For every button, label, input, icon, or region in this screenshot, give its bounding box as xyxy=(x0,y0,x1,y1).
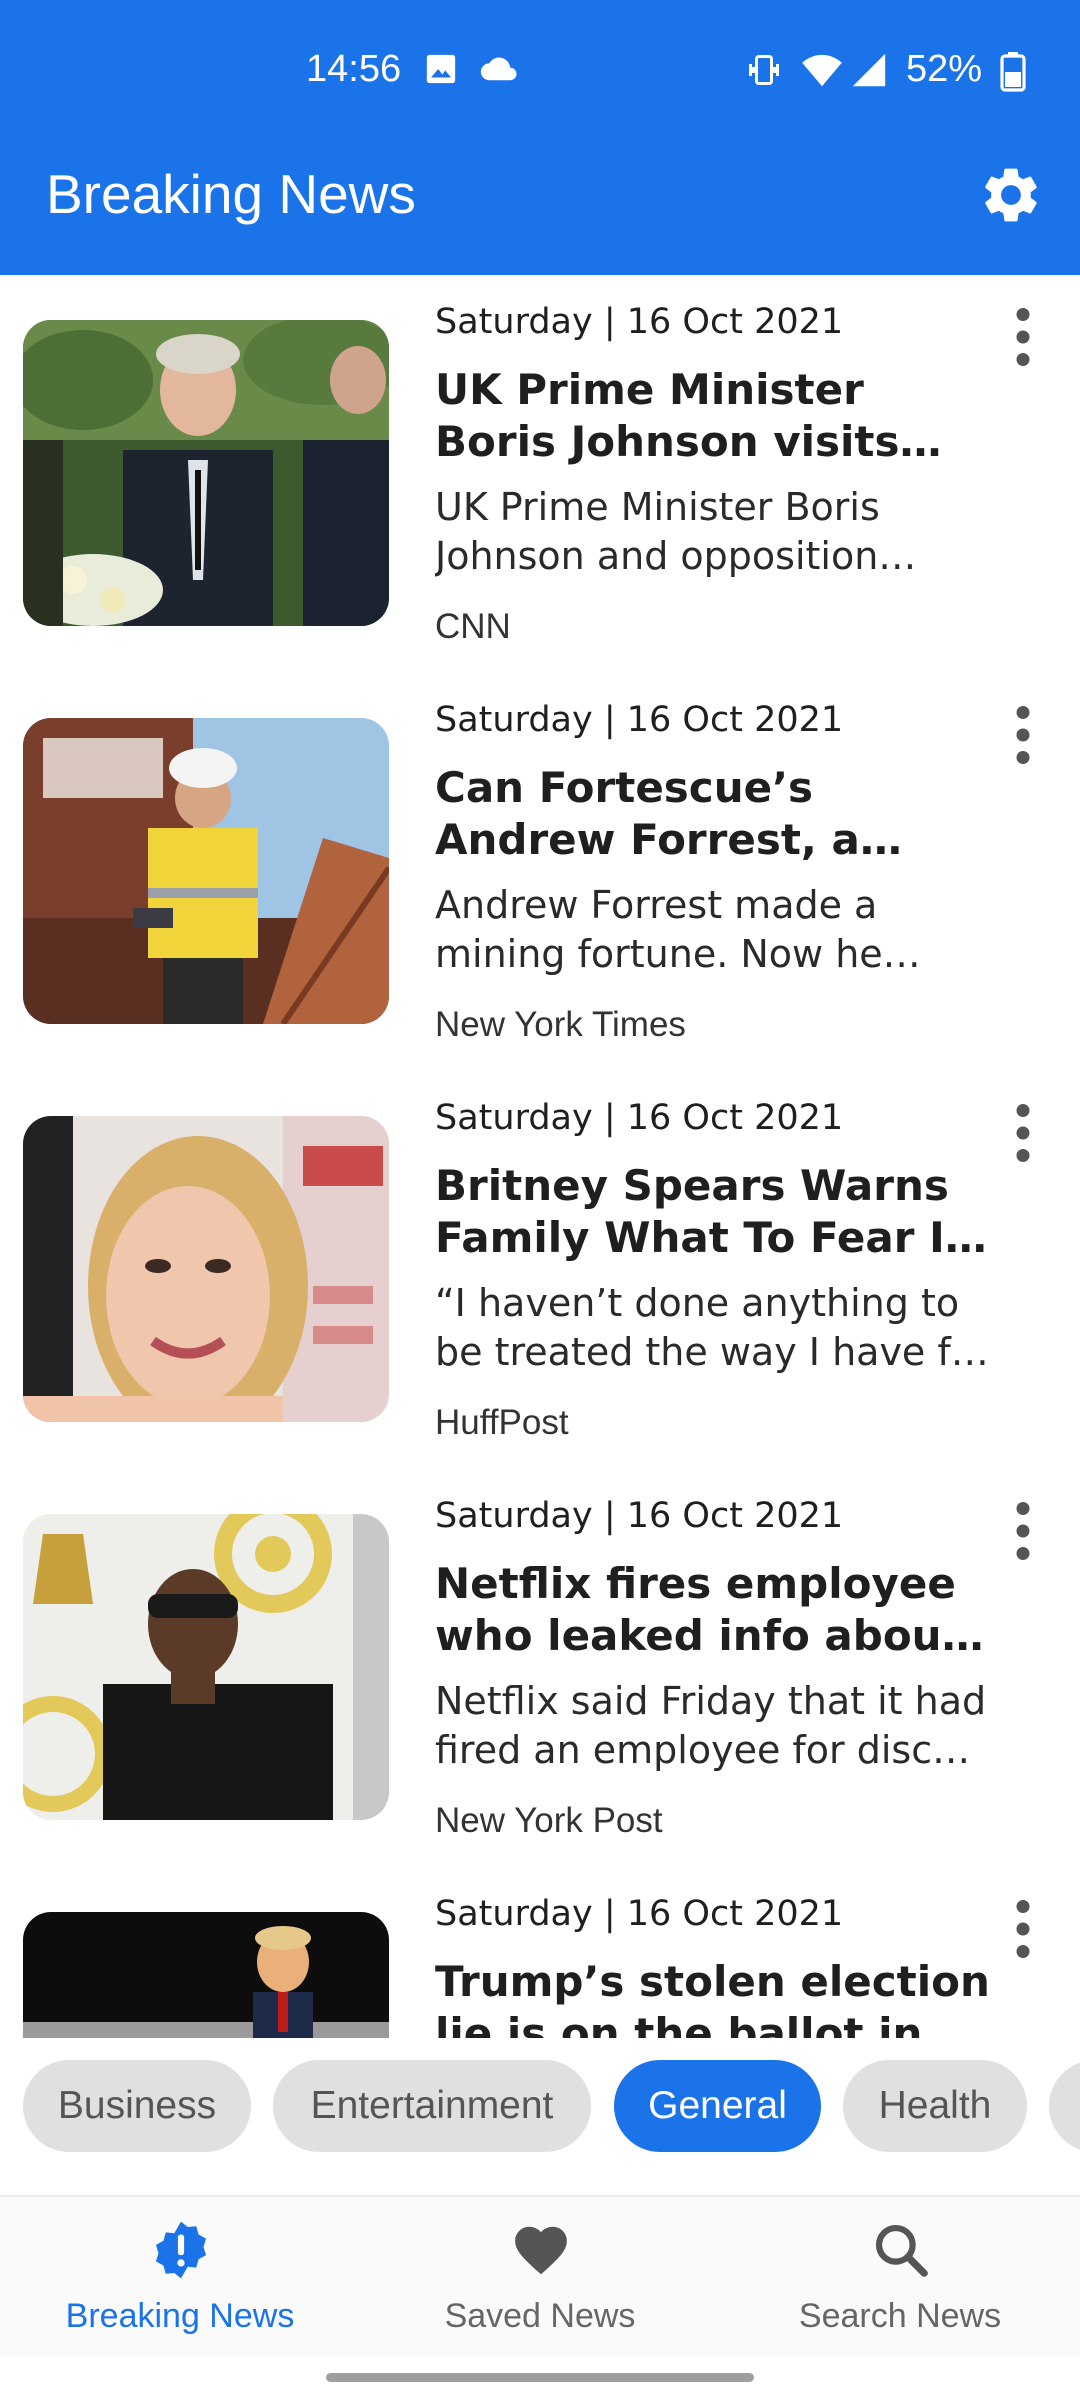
chip-next-partial[interactable] xyxy=(1049,2060,1080,2152)
nav-label: Saved News xyxy=(444,2297,636,2335)
gesture-home-bar[interactable] xyxy=(326,2373,754,2382)
cellular-signal-icon xyxy=(852,53,886,87)
article-description: Andrew Forrest made a mining fortune. No… xyxy=(435,883,883,976)
bottom-navigation: Breaking News Saved News Search News xyxy=(0,2195,1080,2355)
article-source: New York Times xyxy=(435,1005,686,1044)
article-description: Netflix said Friday that it had fired an… xyxy=(435,1679,987,1772)
alert-badge-icon xyxy=(155,2221,207,2279)
article-date: Saturday | 16 Oct 2021 xyxy=(435,302,844,342)
app-bar: 14:56 52% Breaking News xyxy=(0,0,1080,275)
more-options-icon[interactable] xyxy=(1010,1103,1036,1163)
article-thumbnail[interactable] xyxy=(23,1514,389,1820)
more-options-icon[interactable] xyxy=(1010,1501,1036,1561)
article-date: Saturday | 16 Oct 2021 xyxy=(435,700,844,740)
more-options-icon[interactable] xyxy=(1010,705,1036,765)
chip-health[interactable]: Health xyxy=(843,2060,1027,2152)
cloud-icon xyxy=(480,57,517,81)
article-thumbnail[interactable] xyxy=(23,718,389,1024)
article-headline[interactable]: UK Prime Minister Boris Johnson visits s… xyxy=(435,364,991,468)
article-card[interactable]: Saturday | 16 Oct 2021 Netflix fires emp… xyxy=(0,1469,1080,1867)
search-icon xyxy=(875,2224,928,2277)
article-source: HuffPost xyxy=(435,1403,569,1442)
article-thumbnail[interactable] xyxy=(23,1116,389,1422)
article-card[interactable]: Saturday | 16 Oct 2021 Trump’s stolen el… xyxy=(0,1867,1080,2038)
more-options-icon[interactable] xyxy=(1010,1899,1036,1959)
chip-entertainment[interactable]: Entertainment xyxy=(273,2060,591,2152)
article-description: UK Prime Minister Boris Johnson and oppo… xyxy=(435,485,880,578)
article-headline[interactable]: Britney Spears Warns Family What To Fear… xyxy=(435,1160,991,1264)
page-title: Breaking News xyxy=(46,163,416,225)
status-bar: 14:56 52% xyxy=(0,0,1080,140)
battery-percent: 52% xyxy=(906,48,983,90)
chip-business[interactable]: Business xyxy=(23,2060,251,2152)
heart-icon xyxy=(515,2226,567,2275)
article-date: Saturday | 16 Oct 2021 xyxy=(435,1496,844,1536)
article-source: New York Post xyxy=(435,1801,663,1840)
nav-label: Breaking News xyxy=(65,2297,295,2335)
nav-saved-news[interactable]: Saved News xyxy=(360,2197,720,2357)
nav-search-news[interactable]: Search News xyxy=(720,2197,1080,2357)
article-headline[interactable]: Trump’s stolen election lie is on the ba… xyxy=(435,1956,991,2038)
battery-icon xyxy=(1000,52,1026,92)
article-source: CNN xyxy=(435,607,511,646)
article-headline[interactable]: Netflix fires employee who leaked info a… xyxy=(435,1558,991,1662)
article-card[interactable]: Saturday | 16 Oct 2021 UK Prime Minister… xyxy=(0,275,1080,673)
article-headline[interactable]: Can Fortescue’s Andrew Forrest, a Carbon… xyxy=(435,762,991,866)
article-description: “I haven’t done anything to be treated t… xyxy=(435,1281,990,1374)
article-date: Saturday | 16 Oct 2021 xyxy=(435,1098,844,1138)
article-card[interactable]: Saturday | 16 Oct 2021 Can Fortescue’s A… xyxy=(0,673,1080,1071)
article-thumbnail[interactable] xyxy=(23,1912,389,2038)
article-date: Saturday | 16 Oct 2021 xyxy=(435,1894,844,1934)
chip-general[interactable]: General xyxy=(614,2060,821,2152)
category-chips[interactable]: Business Entertainment General Health xyxy=(0,2038,1080,2173)
status-time: 14:56 xyxy=(306,48,402,90)
wifi-icon xyxy=(802,54,842,87)
news-list[interactable]: Saturday | 16 Oct 2021 UK Prime Minister… xyxy=(0,275,1080,2038)
vibrate-icon xyxy=(749,55,779,85)
article-card[interactable]: Saturday | 16 Oct 2021 Britney Spears Wa… xyxy=(0,1071,1080,1469)
article-thumbnail[interactable] xyxy=(23,320,389,626)
image-notification-icon xyxy=(426,54,456,84)
nav-breaking-news[interactable]: Breaking News xyxy=(0,2197,360,2357)
nav-label: Search News xyxy=(798,2297,1002,2335)
gear-icon[interactable] xyxy=(978,162,1044,228)
more-options-icon[interactable] xyxy=(1010,307,1036,367)
